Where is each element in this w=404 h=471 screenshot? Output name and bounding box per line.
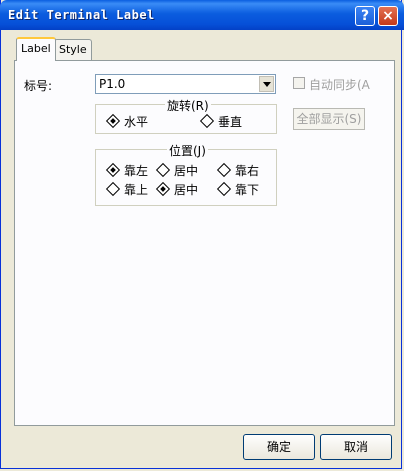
ok-button[interactable]: 确定 xyxy=(243,434,315,460)
title-bar[interactable]: Edit Terminal Label ? × xyxy=(0,0,404,30)
auto-sync-checkbox[interactable] xyxy=(293,77,305,89)
position-center-h-label: 居中 xyxy=(174,164,199,178)
auto-sync-label: 自动同步(A xyxy=(309,78,370,92)
position-group-title: 位置(J) xyxy=(167,142,208,159)
rotation-horizontal-label: 水平 xyxy=(124,115,149,129)
close-icon[interactable]: × xyxy=(378,6,398,26)
chevron-down-icon[interactable] xyxy=(259,76,274,92)
position-bottom-label: 靠下 xyxy=(235,183,260,197)
position-center-v-label: 居中 xyxy=(174,183,199,197)
position-left-label: 靠左 xyxy=(124,164,149,178)
position-right-label: 靠右 xyxy=(235,164,260,178)
help-icon[interactable]: ? xyxy=(355,6,375,26)
rotation-vertical-label: 垂直 xyxy=(218,115,243,129)
rotation-group-title: 旋转(R) xyxy=(165,97,211,114)
position-top-label: 靠上 xyxy=(124,183,149,197)
cancel-button[interactable]: 取消 xyxy=(320,434,392,460)
label-combo[interactable]: P1.0 xyxy=(95,74,276,94)
label-field-label: 标号: xyxy=(24,79,53,93)
label-combo-value: P1.0 xyxy=(99,77,126,91)
tab-label[interactable]: Label xyxy=(16,37,56,61)
tab-style[interactable]: Style xyxy=(54,39,92,60)
show-all-button[interactable]: 全部显示(S) xyxy=(293,108,365,130)
window-title: Edit Terminal Label xyxy=(8,8,155,22)
